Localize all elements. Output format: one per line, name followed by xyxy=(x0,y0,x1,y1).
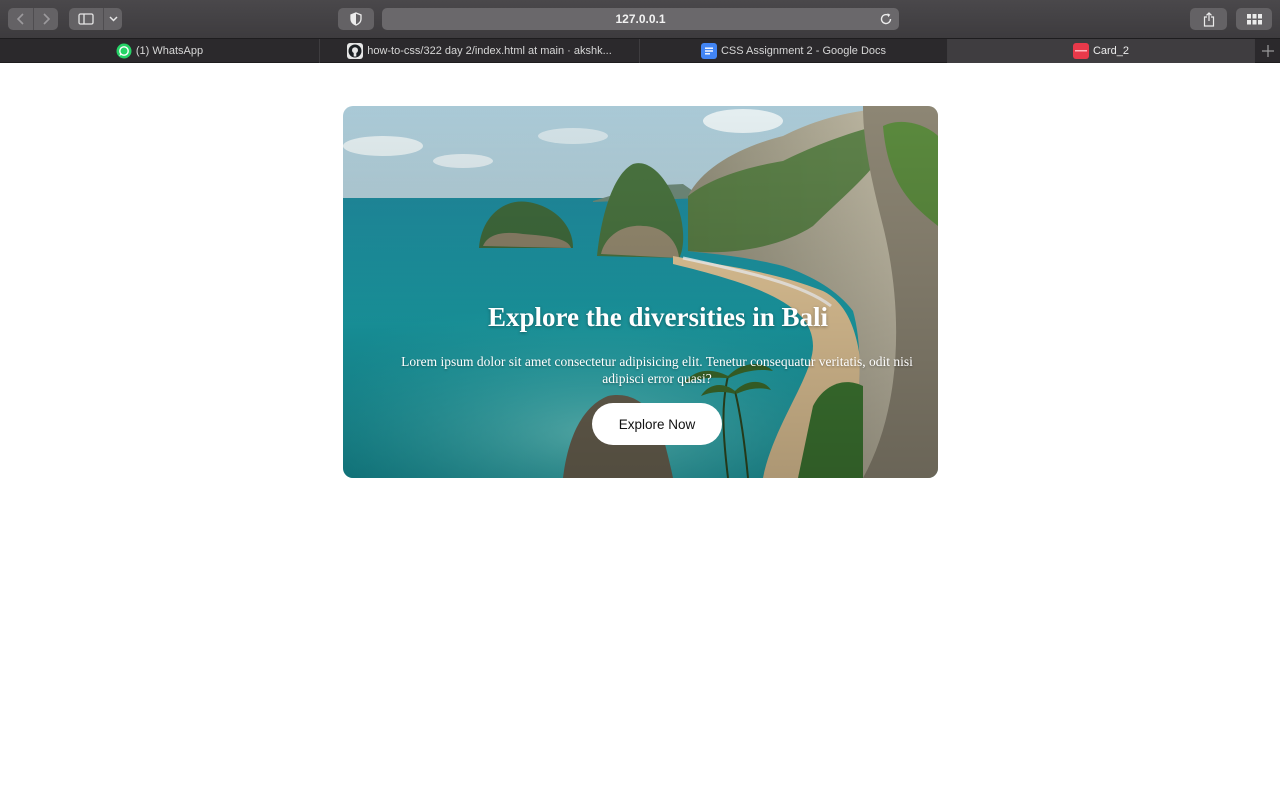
site-favicon xyxy=(1072,43,1089,59)
share-icon xyxy=(1203,11,1214,27)
tab-title: CSS Assignment 2 - Google Docs xyxy=(720,45,887,57)
tab-bar: (1) WhatsApp how-to-css/322 day 2/index.… xyxy=(0,38,1280,63)
share-button[interactable] xyxy=(1190,8,1227,30)
destination-card: Explore the diversities in Bali Lorem ip… xyxy=(343,106,938,478)
forward-button[interactable] xyxy=(33,8,58,30)
tab-overview-button[interactable] xyxy=(1236,8,1272,30)
tab-github[interactable]: how-to-css/322 day 2/index.html at main … xyxy=(320,39,640,63)
reload-icon[interactable] xyxy=(878,11,894,27)
tab-title: (1) WhatsApp xyxy=(135,45,204,57)
card-description: Lorem ipsum dolor sit amet consectetur a… xyxy=(401,354,913,386)
tab-title: Card_2 xyxy=(1092,45,1130,57)
tab-title: how-to-css/322 day 2/index.html at main … xyxy=(367,45,612,57)
plus-icon xyxy=(1262,45,1274,57)
tab-whatsapp[interactable]: (1) WhatsApp xyxy=(0,39,320,63)
tab-card-2[interactable]: Card_2 xyxy=(948,39,1255,63)
shield-icon xyxy=(350,12,362,26)
chevron-left-icon xyxy=(16,13,24,25)
whatsapp-icon xyxy=(116,43,132,59)
navigation-buttons xyxy=(8,8,58,30)
browser-toolbar: 127.0.0.1 xyxy=(0,0,1280,38)
sidebar-buttons xyxy=(69,8,122,30)
card-title: Explore the diversities in Bali xyxy=(487,302,828,332)
url-text: 127.0.0.1 xyxy=(615,12,666,26)
sidebar-menu-button[interactable] xyxy=(103,8,122,30)
chevron-down-icon xyxy=(108,16,118,22)
github-icon xyxy=(347,43,364,59)
new-tab-button[interactable] xyxy=(1256,39,1280,63)
grid-icon xyxy=(1246,13,1262,24)
privacy-report-button[interactable] xyxy=(338,8,374,30)
sidebar-icon xyxy=(78,13,94,25)
card-content: Explore the diversities in Bali Lorem ip… xyxy=(343,106,938,478)
google-docs-icon xyxy=(700,43,717,59)
tab-google-docs[interactable]: CSS Assignment 2 - Google Docs xyxy=(640,39,948,63)
back-button[interactable] xyxy=(8,8,33,30)
address-bar[interactable]: 127.0.0.1 xyxy=(382,8,899,30)
chevron-right-icon xyxy=(43,13,51,25)
sidebar-toggle-button[interactable] xyxy=(69,8,103,30)
explore-now-button[interactable]: Explore Now xyxy=(592,403,722,445)
